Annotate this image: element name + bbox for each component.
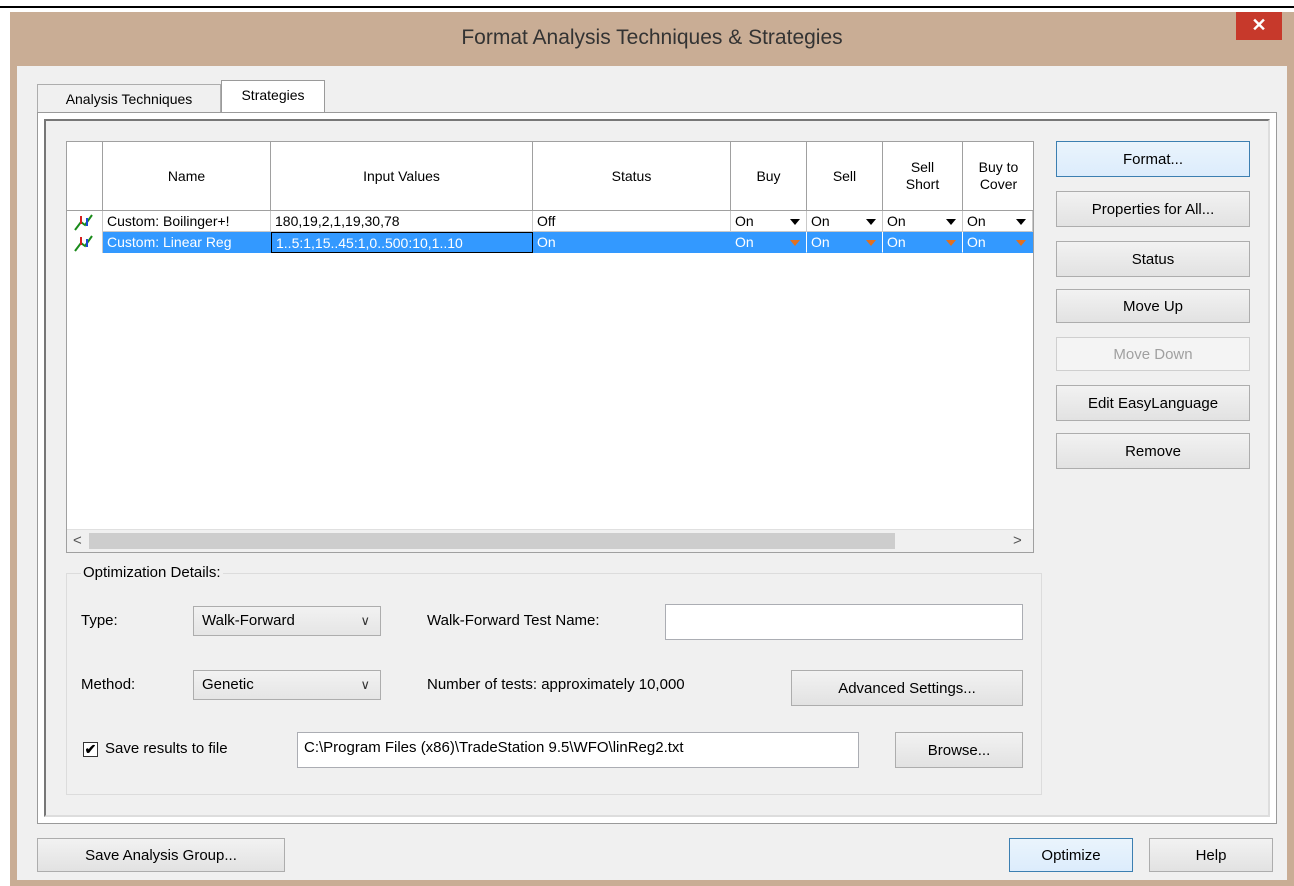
row-sell-value: On	[811, 213, 830, 229]
row-buy-value: On	[735, 234, 754, 250]
dropdown-arrow-icon[interactable]	[1016, 240, 1026, 246]
row-sell-value: On	[811, 234, 830, 250]
method-select[interactable]: Genetic ∨	[193, 670, 381, 700]
header-status[interactable]: Status	[533, 142, 731, 211]
dropdown-arrow-icon[interactable]	[946, 219, 956, 225]
row-sell-select[interactable]: On	[807, 232, 883, 253]
dropdown-arrow-icon[interactable]	[946, 240, 956, 246]
chevron-down-icon: ∨	[360, 677, 370, 692]
tab-analysis-techniques[interactable]: Analysis Techniques	[37, 84, 221, 112]
save-analysis-group-button[interactable]: Save Analysis Group...	[37, 838, 285, 872]
row-buy-select[interactable]: On	[731, 232, 807, 253]
row-input-values[interactable]: 1..5:1,15..45:1,0..500:10,1..10	[271, 232, 533, 253]
row-status[interactable]: On	[533, 232, 731, 253]
scroll-right-icon[interactable]: >	[1013, 532, 1022, 549]
row-input-values[interactable]: 180,19,2,1,19,30,78	[271, 211, 533, 232]
status-button[interactable]: Status	[1056, 241, 1250, 277]
table-row[interactable]: Custom: Boilinger+! 180,19,2,1,19,30,78 …	[67, 211, 1033, 232]
strategy-icon	[67, 211, 103, 232]
wf-test-name-label: Walk-Forward Test Name:	[427, 612, 600, 629]
scroll-left-icon[interactable]: <	[73, 532, 82, 549]
tab-strategies[interactable]: Strategies	[221, 80, 325, 112]
properties-for-all-button[interactable]: Properties for All...	[1056, 191, 1250, 227]
move-up-button[interactable]: Move Up	[1056, 289, 1250, 323]
row-buy-value: On	[735, 213, 754, 229]
move-down-button[interactable]: Move Down	[1056, 337, 1250, 371]
optimization-details-group: Optimization Details: Type: Walk-Forward…	[66, 564, 1042, 795]
edit-easylanguage-button[interactable]: Edit EasyLanguage	[1056, 385, 1250, 421]
header-sell-short[interactable]: Sell Short	[883, 142, 963, 211]
remove-button[interactable]: Remove	[1056, 433, 1250, 469]
help-button[interactable]: Help	[1149, 838, 1273, 872]
dropdown-arrow-icon[interactable]	[866, 219, 876, 225]
optimize-button[interactable]: Optimize	[1009, 838, 1133, 872]
row-sell-short-select[interactable]: On	[883, 211, 963, 232]
dropdown-arrow-icon[interactable]	[790, 219, 800, 225]
window-title: Format Analysis Techniques & Strategies	[461, 26, 843, 49]
results-file-path-input[interactable]: C:\Program Files (x86)\TradeStation 9.5\…	[297, 732, 859, 768]
top-border-line	[0, 6, 1294, 8]
row-name[interactable]: Custom: Linear Reg	[103, 232, 271, 253]
dropdown-arrow-icon[interactable]	[1016, 219, 1026, 225]
type-label: Type:	[81, 612, 118, 629]
chevron-down-icon: ∨	[360, 613, 370, 628]
header-input-values[interactable]: Input Values	[271, 142, 533, 211]
format-button[interactable]: Format...	[1056, 141, 1250, 177]
advanced-settings-button[interactable]: Advanced Settings...	[791, 670, 1023, 706]
dialog-window: Format Analysis Techniques & Strategies …	[10, 12, 1294, 886]
horizontal-scrollbar[interactable]: < >	[67, 529, 1033, 552]
row-buy-to-cover-select[interactable]: On	[963, 232, 1033, 253]
table-row-selected[interactable]: Custom: Linear Reg 1..5:1,15..45:1,0..50…	[67, 232, 1033, 253]
header-buy[interactable]: Buy	[731, 142, 807, 211]
dropdown-arrow-icon[interactable]	[866, 240, 876, 246]
strategies-inner-frame: Name Input Values Status Buy Sell Sell S…	[44, 119, 1270, 817]
row-sell-short-value: On	[887, 234, 906, 250]
method-select-value: Genetic	[202, 676, 254, 693]
strategy-icon	[67, 232, 103, 253]
type-select-value: Walk-Forward	[202, 612, 295, 629]
dialog-client-area: Analysis Techniques Strategies Name Inpu…	[17, 66, 1287, 880]
title-bar[interactable]: Format Analysis Techniques & Strategies …	[10, 12, 1294, 66]
header-buy-to-cover[interactable]: Buy to Cover	[963, 142, 1033, 211]
strategies-grid[interactable]: Name Input Values Status Buy Sell Sell S…	[66, 141, 1034, 553]
row-buy-to-cover-value: On	[967, 234, 986, 250]
number-of-tests-text: Number of tests: approximately 10,000	[427, 676, 685, 693]
row-sell-short-select[interactable]: On	[883, 232, 963, 253]
close-button[interactable]: ✕	[1236, 12, 1282, 40]
dropdown-arrow-icon[interactable]	[790, 240, 800, 246]
wf-test-name-input[interactable]	[665, 604, 1023, 640]
strategies-tab-panel: Name Input Values Status Buy Sell Sell S…	[37, 112, 1277, 824]
save-results-label[interactable]: Save results to file	[105, 740, 228, 757]
method-label: Method:	[81, 676, 136, 693]
row-buy-to-cover-select[interactable]: On	[963, 211, 1033, 232]
browse-button[interactable]: Browse...	[895, 732, 1023, 768]
row-name[interactable]: Custom: Boilinger+!	[103, 211, 271, 232]
save-results-checkbox[interactable]: ✔	[83, 742, 98, 757]
row-buy-select[interactable]: On	[731, 211, 807, 232]
row-buy-to-cover-value: On	[967, 213, 986, 229]
header-sell[interactable]: Sell	[807, 142, 883, 211]
row-status[interactable]: Off	[533, 211, 731, 232]
header-name[interactable]: Name	[103, 142, 271, 211]
optimization-details-label: Optimization Details:	[81, 564, 223, 581]
row-sell-short-value: On	[887, 213, 906, 229]
scrollbar-thumb[interactable]	[89, 533, 895, 549]
type-select[interactable]: Walk-Forward ∨	[193, 606, 381, 636]
row-sell-select[interactable]: On	[807, 211, 883, 232]
header-icon-column	[67, 142, 103, 211]
